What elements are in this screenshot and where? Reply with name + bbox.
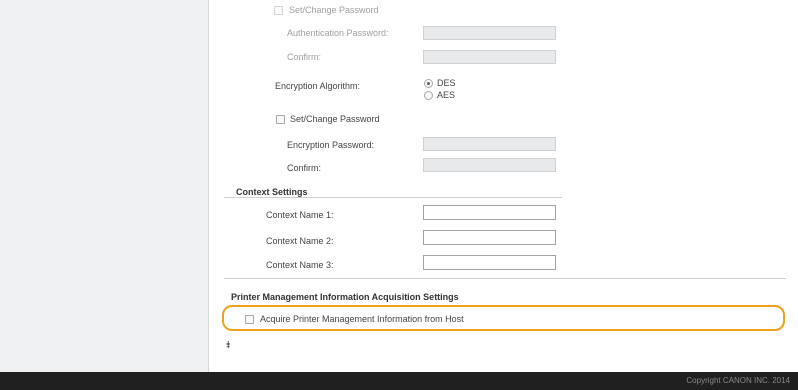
encryption-des-label: DES: [437, 78, 456, 88]
sidebar: [0, 0, 209, 372]
auth-confirm-label: Confirm:: [287, 52, 322, 62]
auth-change-password-checkbox[interactable]: [274, 6, 283, 15]
printer-mgmt-heading: Printer Management Information Acquisiti…: [231, 292, 459, 302]
context-name-3-input[interactable]: [423, 255, 556, 270]
enc-change-password-checkbox[interactable]: [276, 115, 285, 124]
scroll-to-top-icon[interactable]: ⯒: [226, 338, 230, 355]
enc-confirm-label: Confirm:: [287, 163, 322, 173]
context-name-3-label: Context Name 3:: [266, 260, 334, 270]
context-name-2-label: Context Name 2:: [266, 236, 334, 246]
context-settings-divider: [224, 197, 562, 198]
printer-mgmt-divider: [224, 278, 786, 279]
encryption-aes-radio[interactable]: [424, 91, 433, 100]
context-name-1-input[interactable]: [423, 205, 556, 220]
enc-password-field[interactable]: [423, 137, 556, 151]
context-settings-heading: Context Settings: [236, 187, 308, 197]
encryption-des-radio[interactable]: [424, 79, 433, 88]
encryption-algorithm-label: Encryption Algorithm:: [275, 81, 361, 91]
enc-change-password-label: Set/Change Password: [290, 114, 380, 124]
encryption-aes-label: AES: [437, 90, 456, 100]
footer: Copyright CANON INC. 2014: [0, 372, 798, 390]
context-name-1-label: Context Name 1:: [266, 210, 334, 220]
footer-copyright: Copyright CANON INC. 2014: [686, 376, 790, 385]
enc-confirm-field[interactable]: [423, 158, 556, 172]
context-name-2-input[interactable]: [423, 230, 556, 245]
auth-password-label: Authentication Password:: [287, 28, 389, 38]
auth-password-field[interactable]: [423, 26, 556, 40]
acquire-printer-info-label: Acquire Printer Management Information f…: [260, 314, 464, 324]
auth-confirm-field[interactable]: [423, 50, 556, 64]
auth-change-password-label: Set/Change Password: [289, 5, 379, 15]
acquire-printer-info-checkbox[interactable]: [245, 315, 254, 324]
enc-password-label: Encryption Password:: [287, 140, 375, 150]
